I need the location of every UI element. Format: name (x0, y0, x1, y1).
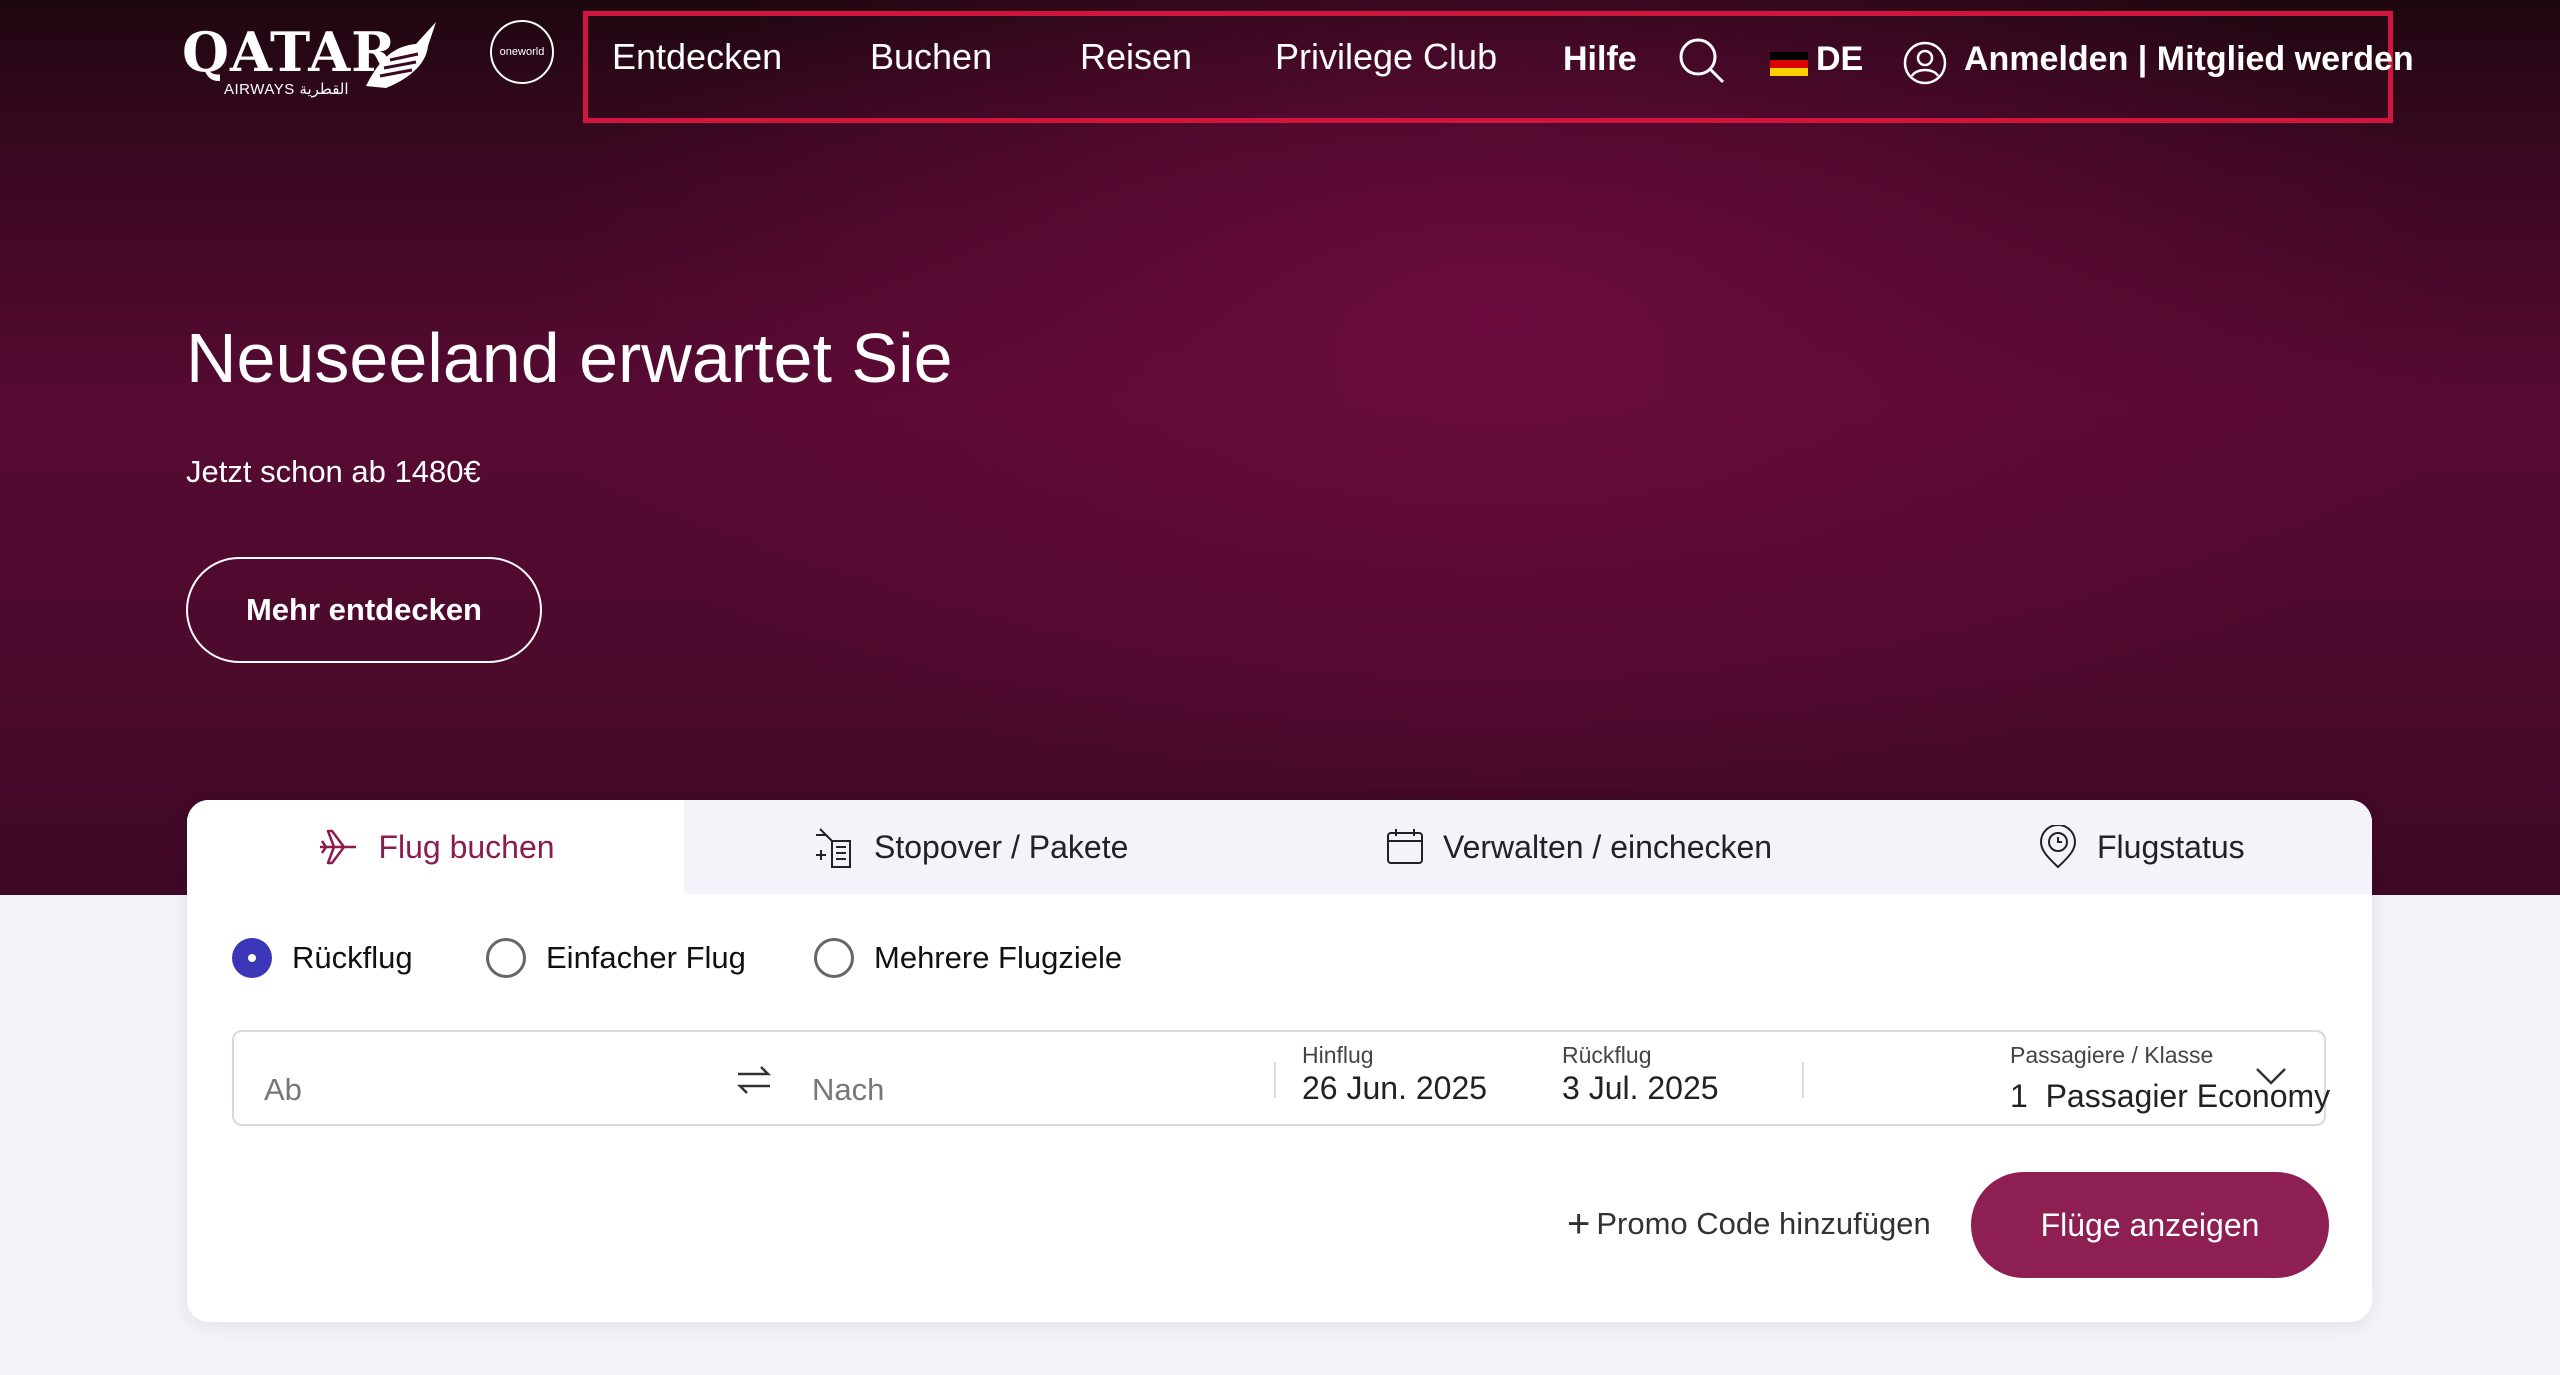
radio-unselected[interactable] (814, 938, 854, 978)
to-input[interactable]: Nach (812, 1072, 884, 1108)
passenger-count: 1 (2010, 1078, 2028, 1114)
booking-panel: Flug buchen Stopover / Pakete Verwalten … (187, 800, 2372, 1322)
language-selector[interactable]: DE (1816, 40, 1863, 79)
nav-item-buchen[interactable]: Buchen (870, 36, 992, 78)
german-flag-icon[interactable] (1770, 52, 1808, 76)
hero-title: Neuseeland erwartet Sie (186, 319, 953, 397)
oneworld-badge[interactable]: oneworld (490, 20, 554, 84)
tab-label: Flug buchen (378, 828, 555, 865)
show-flights-button[interactable]: Flüge anzeigen (1971, 1172, 2329, 1278)
plane-icon (320, 829, 357, 865)
field-divider (1274, 1062, 1276, 1098)
return-date-field[interactable]: 3 Jul. 2025 (1562, 1070, 1719, 1107)
user-icon[interactable] (1902, 40, 1948, 86)
add-promo-code-link[interactable]: + Promo Code hinzufügen (1567, 1204, 1931, 1244)
trip-type-mehrere-flugziele[interactable]: Mehrere Flugziele (814, 938, 1122, 978)
nav-item-reisen[interactable]: Reisen (1080, 36, 1192, 78)
return-date-label: Rückflug (1562, 1042, 1652, 1068)
tab-label: Stopover / Pakete (874, 828, 1129, 865)
search-icon[interactable] (1677, 36, 1727, 86)
flight-search-bar: Ab Nach Hinflug 26 Jun. 2025 Rückflug 3 … (232, 1030, 2330, 1126)
booking-tabs: Flug buchen Stopover / Pakete Verwalten … (187, 800, 2372, 894)
hotel-icon (816, 828, 851, 868)
chevron-down-icon[interactable] (2254, 1064, 2288, 1088)
discover-more-button[interactable]: Mehr entdecken (186, 557, 542, 663)
swap-icon[interactable] (734, 1060, 774, 1100)
oryx-icon (366, 22, 436, 88)
login-register-link[interactable]: Anmelden | Mitglied werden (1964, 40, 2414, 79)
nav-item-privilege-club[interactable]: Privilege Club (1275, 36, 1497, 78)
field-divider (1802, 1062, 1804, 1098)
passengers-class-label: Passagiere / Klasse (2010, 1042, 2214, 1068)
hero-banner: QATAR AIRWAYS القطرية oneworld Entdecken… (0, 0, 2560, 895)
trip-type-label: Mehrere Flugziele (874, 940, 1123, 975)
promo-label: Promo Code hinzufügen (1596, 1206, 1931, 1241)
hero-subtitle: Jetzt schon ab 1480€ (186, 454, 481, 489)
trip-type-einfacher-flug[interactable]: Einfacher Flug (486, 938, 746, 978)
location-clock-icon (2039, 825, 2077, 869)
nav-item-hilfe[interactable]: Hilfe (1563, 40, 1637, 79)
tab-label: Flugstatus (2097, 828, 2245, 865)
trip-type-rueckflug[interactable]: Rückflug (232, 938, 413, 978)
trip-type-label: Rückflug (292, 940, 413, 975)
tab-verwalten-einchecken[interactable]: Verwalten / einchecken (1385, 800, 1772, 894)
tab-stopover-pakete[interactable]: Stopover / Pakete (812, 800, 1128, 894)
depart-date-label: Hinflug (1302, 1042, 1374, 1068)
radio-selected[interactable] (232, 938, 272, 978)
nav-item-entdecken[interactable]: Entdecken (612, 36, 782, 78)
depart-date-field[interactable]: 26 Jun. 2025 (1302, 1070, 1487, 1107)
tab-flugstatus[interactable]: Flugstatus (2037, 800, 2245, 894)
trip-type-label: Einfacher Flug (546, 940, 746, 975)
logo-subtitle: AIRWAYS القطرية (224, 81, 349, 98)
qatar-airways-logo[interactable]: QATAR AIRWAYS القطرية (182, 20, 442, 98)
from-input[interactable]: Ab (264, 1072, 302, 1108)
radio-unselected[interactable] (486, 938, 526, 978)
tab-flug-buchen[interactable]: Flug buchen (187, 800, 684, 894)
calendar-icon (1387, 829, 1423, 864)
tab-label: Verwalten / einchecken (1443, 828, 1773, 865)
plus-icon: + (1567, 1202, 1591, 1246)
